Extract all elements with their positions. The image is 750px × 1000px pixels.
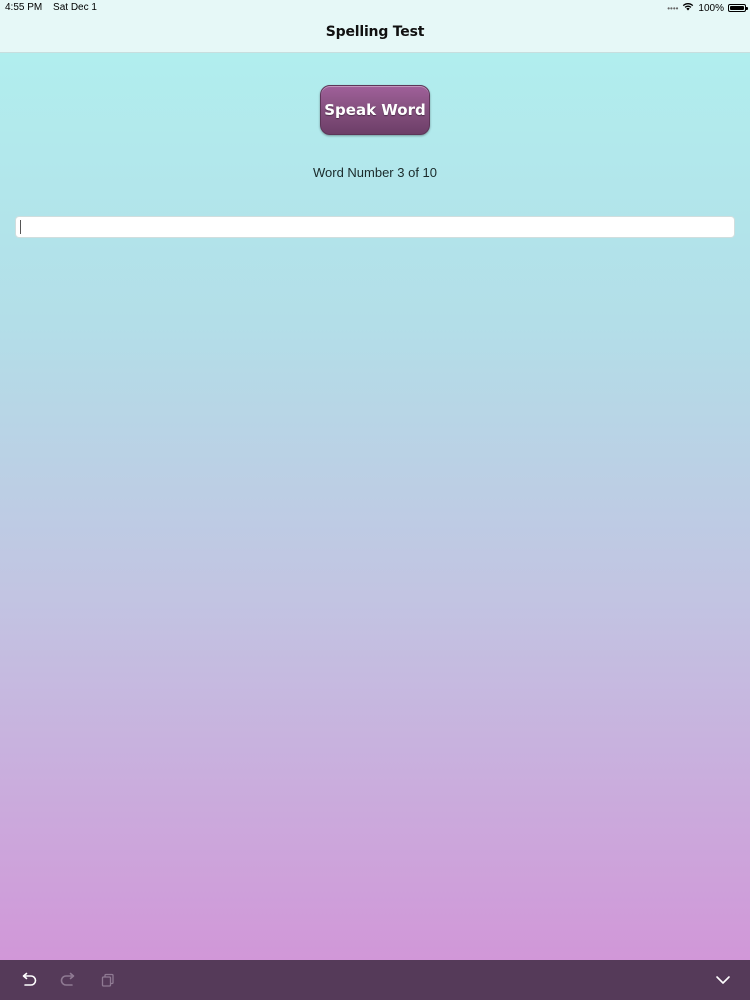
- word-counter: Word Number 3 of 10: [312, 165, 438, 180]
- page-title: Spelling Test: [325, 24, 425, 40]
- main-content: Speak Word Word Number 3 of 10: [0, 53, 750, 960]
- status-bar-right: •••• 100%: [667, 2, 748, 14]
- dismiss-keyboard-icon[interactable]: [713, 970, 733, 990]
- status-bar-left: 4:55 PM Sat Dec 1: [5, 2, 105, 13]
- wifi-icon: [682, 2, 694, 14]
- redo-icon[interactable]: [58, 970, 78, 990]
- status-date: Sat Dec 1: [53, 2, 97, 13]
- undo-icon[interactable]: [19, 970, 39, 990]
- status-time: 4:55 PM: [5, 2, 43, 13]
- app-screen: 4:55 PM Sat Dec 1 •••• 100% Spelling Tes…: [0, 0, 750, 1000]
- speak-word-button[interactable]: Speak Word: [320, 85, 430, 135]
- signal-dots-icon: ••••: [667, 3, 679, 13]
- paste-icon[interactable]: [98, 970, 118, 990]
- battery-percent: 100%: [698, 2, 724, 14]
- shortcut-bar: [0, 960, 750, 1000]
- battery-icon: [728, 4, 748, 12]
- answer-input[interactable]: [15, 216, 735, 238]
- text-cursor: [20, 220, 21, 234]
- top-bar: 4:55 PM Sat Dec 1 •••• 100% Spelling Tes…: [0, 0, 750, 53]
